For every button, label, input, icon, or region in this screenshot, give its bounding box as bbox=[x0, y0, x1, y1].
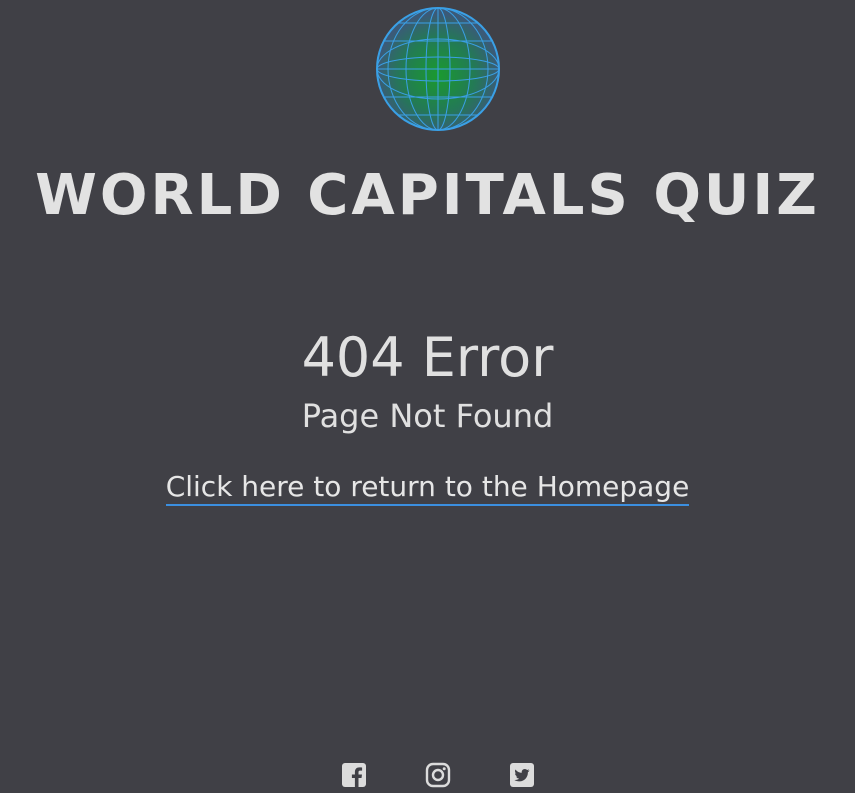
footer bbox=[0, 760, 855, 790]
instagram-icon[interactable] bbox=[425, 762, 451, 788]
site-title: World Capitals Quiz bbox=[35, 163, 820, 228]
return-home-link[interactable]: Click here to return to the Homepage bbox=[165, 470, 690, 506]
error-code-heading: 404 Error bbox=[301, 326, 554, 389]
error-message: Page Not Found bbox=[301, 397, 554, 435]
twitter-icon[interactable] bbox=[509, 762, 535, 788]
page: World Capitals Quiz 404 Error Page Not F… bbox=[0, 0, 855, 793]
facebook-icon[interactable] bbox=[341, 762, 367, 788]
globe-icon bbox=[376, 7, 500, 131]
home-link-container: Click here to return to the Homepage bbox=[0, 468, 855, 506]
